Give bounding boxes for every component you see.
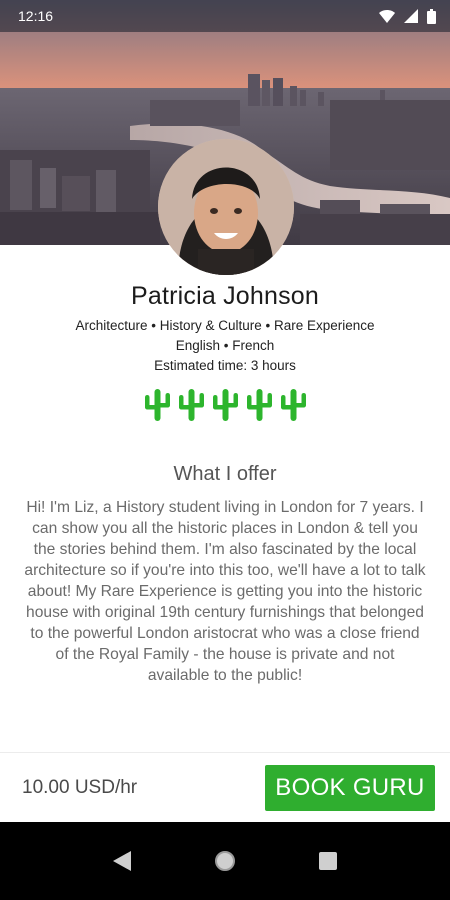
status-time: 12:16: [18, 8, 54, 24]
cactus-icon: [178, 389, 204, 421]
guide-languages: English • French: [175, 338, 275, 353]
estimated-time: Estimated time: 3 hours: [154, 358, 296, 373]
avatar: [158, 139, 294, 275]
guide-categories: Architecture • History & Culture • Rare …: [75, 318, 375, 333]
book-guru-button[interactable]: BOOK GURU: [265, 764, 435, 811]
guide-name: Patricia Johnson: [130, 282, 320, 310]
battery-icon: [427, 8, 436, 24]
profile-info: Patricia Johnson Architecture • History …: [0, 280, 450, 421]
rating: [0, 389, 450, 421]
cactus-icon: [280, 389, 306, 421]
offer-description: Hi! I'm Liz, a History student living in…: [24, 499, 426, 684]
booking-bar: 10.00 USD/hr BOOK GURU: [0, 752, 450, 822]
cactus-icon: [246, 389, 272, 421]
cactus-icon: [212, 389, 238, 421]
offer-title: What I offer: [173, 463, 277, 485]
back-icon[interactable]: [102, 841, 142, 881]
navigation-bar: [0, 822, 450, 900]
wifi-icon: [379, 9, 395, 23]
status-bar: 12:16: [0, 0, 450, 32]
cactus-icon: [144, 389, 170, 421]
status-icons: [379, 8, 436, 24]
signal-icon: [404, 9, 418, 23]
home-icon[interactable]: [205, 841, 245, 881]
price: 10.00 USD/hr: [22, 776, 138, 798]
recents-icon[interactable]: [308, 841, 348, 881]
